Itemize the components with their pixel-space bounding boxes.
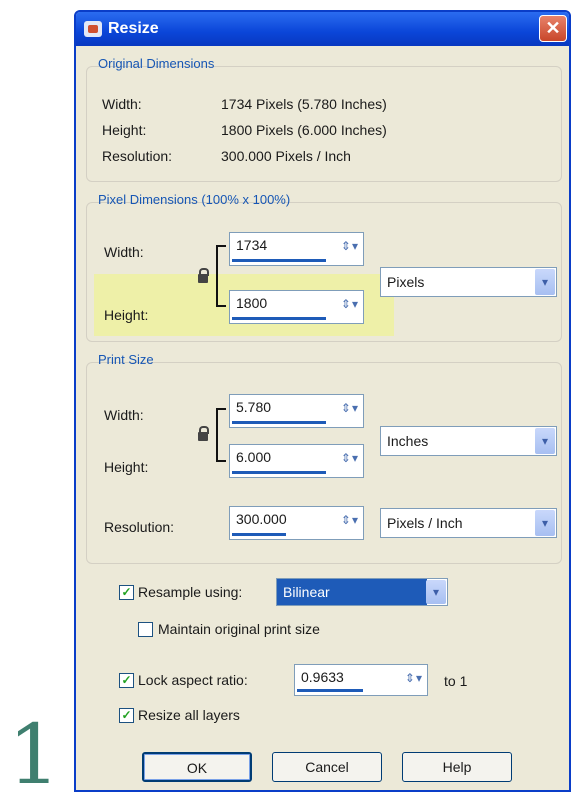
print-width-spinbox[interactable]: 5.780 ⇕▾ — [229, 394, 364, 428]
print-height-input[interactable]: 6.000 — [236, 449, 271, 465]
resolution-units-value: Pixels / Inch — [387, 515, 463, 531]
title-bar[interactable]: Resize ✕ — [76, 12, 569, 46]
pixel-height-slider[interactable] — [232, 317, 326, 320]
aspect-ratio-slider[interactable] — [297, 689, 363, 692]
print-units-value: Inches — [387, 433, 429, 449]
print-resolution-input[interactable]: 300.000 — [236, 511, 287, 527]
print-size-title: Print Size — [98, 352, 154, 367]
print-link-bracket — [216, 408, 226, 462]
resize-dialog: Resize ✕ Original Dimensions Width: 1734… — [74, 10, 571, 792]
aspect-suffix: to 1 — [444, 673, 468, 689]
spin-arrows-icon[interactable]: ⇕▾ — [405, 671, 423, 685]
resize-layers-label[interactable]: Resize all layers — [138, 707, 240, 723]
spin-arrows-icon[interactable]: ⇕▾ — [341, 297, 359, 311]
step-number: 1 — [8, 708, 61, 803]
spin-arrows-icon[interactable]: ⇕▾ — [341, 239, 359, 253]
pixel-height-input[interactable]: 1800 — [236, 295, 267, 311]
resample-label[interactable]: Resample using: — [138, 584, 242, 600]
print-resolution-slider[interactable] — [232, 533, 286, 536]
original-resolution-label: Resolution: — [102, 148, 173, 164]
maintain-print-size-checkbox[interactable] — [138, 622, 153, 637]
cancel-button[interactable]: Cancel — [272, 752, 382, 782]
print-width-slider[interactable] — [232, 421, 326, 424]
spin-arrows-icon[interactable]: ⇕▾ — [341, 401, 359, 415]
original-dimensions-group: Original Dimensions Width: 1734 Pixels (… — [86, 56, 562, 182]
pixel-height-spinbox[interactable]: 1800 ⇕▾ — [229, 290, 364, 324]
print-height-label: Height: — [104, 459, 149, 475]
print-width-input[interactable]: 5.780 — [236, 399, 271, 415]
resample-method-dropdown[interactable]: Bilinear ▾ — [276, 578, 448, 606]
lock-icon[interactable] — [198, 426, 209, 441]
maintain-print-size-label[interactable]: Maintain original print size — [158, 621, 320, 637]
print-units-dropdown[interactable]: Inches ▾ — [380, 426, 557, 456]
link-bracket — [216, 245, 226, 307]
chevron-down-icon[interactable]: ▾ — [535, 428, 555, 454]
resolution-units-dropdown[interactable]: Pixels / Inch ▾ — [380, 508, 557, 538]
chevron-down-icon[interactable]: ▾ — [426, 580, 446, 604]
pixel-width-spinbox[interactable]: 1734 ⇕▾ — [229, 232, 364, 266]
pixel-dimensions-title: Pixel Dimensions (100% x 100%) — [98, 192, 291, 207]
original-width-value: 1734 Pixels (5.780 Inches) — [221, 96, 387, 112]
print-resolution-spinbox[interactable]: 300.000 ⇕▾ — [229, 506, 364, 540]
pixel-units-dropdown[interactable]: Pixels ▾ — [380, 267, 557, 297]
help-button[interactable]: Help — [402, 752, 512, 782]
pixel-width-label: Width: — [104, 244, 144, 260]
aspect-ratio-input[interactable]: 0.9633 — [301, 669, 344, 685]
print-height-spinbox[interactable]: 6.000 ⇕▾ — [229, 444, 364, 478]
dialog-title: Resize — [108, 20, 159, 37]
print-height-slider[interactable] — [232, 471, 326, 474]
chevron-down-icon[interactable]: ▾ — [535, 269, 555, 295]
original-resolution-value: 300.000 Pixels / Inch — [221, 148, 351, 164]
pixel-width-input[interactable]: 1734 — [236, 237, 267, 253]
app-icon — [84, 21, 102, 37]
lock-aspect-checkbox[interactable]: ✓ — [119, 673, 134, 688]
pixel-width-slider[interactable] — [232, 259, 326, 262]
aspect-ratio-spinbox[interactable]: 0.9633 ⇕▾ — [294, 664, 428, 696]
pixel-units-value: Pixels — [387, 274, 425, 290]
ok-button[interactable]: OK — [142, 752, 252, 782]
original-height-value: 1800 Pixels (6.000 Inches) — [221, 122, 387, 138]
spin-arrows-icon[interactable]: ⇕▾ — [341, 513, 359, 527]
chevron-down-icon[interactable]: ▾ — [535, 510, 555, 536]
spin-arrows-icon[interactable]: ⇕▾ — [341, 451, 359, 465]
original-width-label: Width: — [102, 96, 142, 112]
resample-checkbox[interactable]: ✓ — [119, 585, 134, 600]
resize-layers-checkbox[interactable]: ✓ — [119, 708, 134, 723]
print-resolution-label: Resolution: — [104, 519, 175, 535]
lock-aspect-label[interactable]: Lock aspect ratio: — [138, 672, 248, 688]
print-width-label: Width: — [104, 407, 144, 423]
resample-method-value: Bilinear — [277, 579, 427, 605]
lock-icon[interactable] — [198, 268, 209, 283]
original-dimensions-title: Original Dimensions — [98, 56, 215, 71]
close-button[interactable]: ✕ — [539, 15, 567, 42]
original-height-label: Height: — [102, 122, 147, 138]
pixel-height-label: Height: — [104, 307, 149, 323]
